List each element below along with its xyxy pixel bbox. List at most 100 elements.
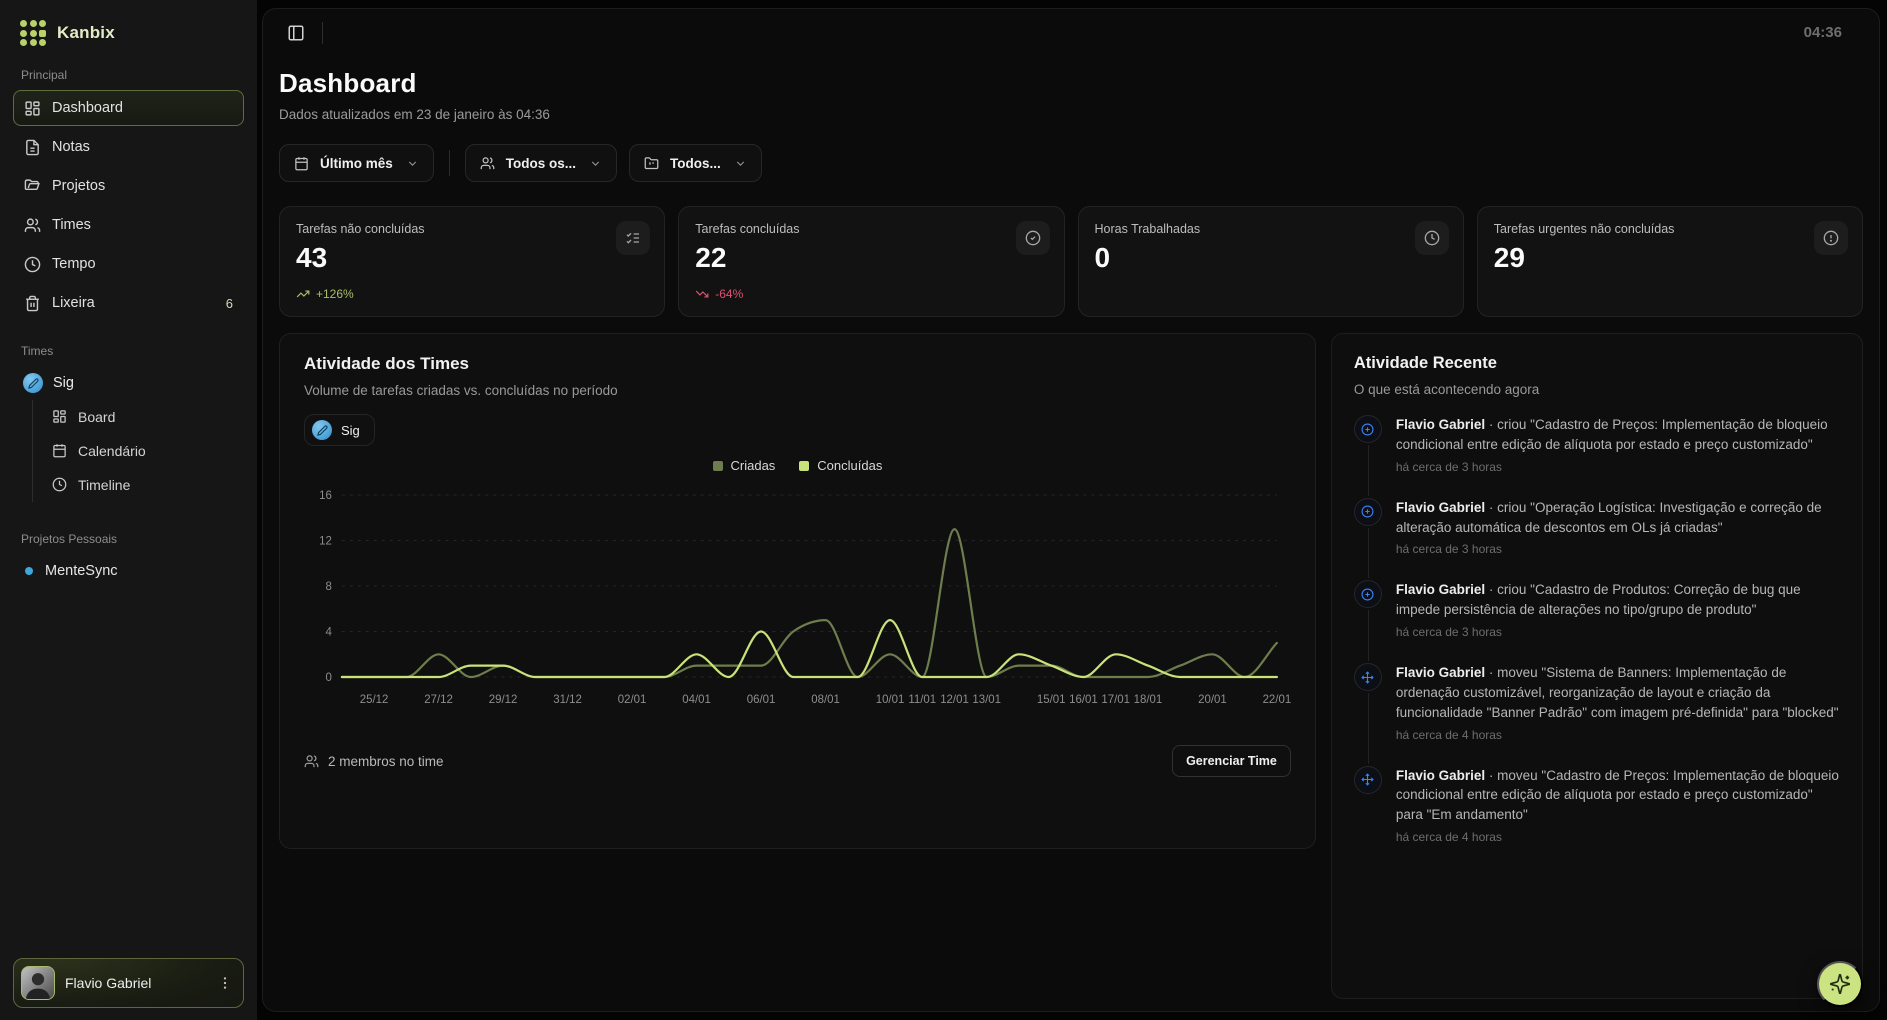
trash-icon	[24, 295, 41, 312]
svg-text:31/12: 31/12	[553, 694, 582, 706]
sidebar-item-tempo[interactable]: Tempo	[13, 246, 244, 282]
project-filter-dropdown[interactable]: Todos...	[629, 144, 762, 182]
activity-timestamp: há cerca de 3 horas	[1396, 542, 1840, 556]
dashboard-columns: Atividade dos Times Volume de tarefas cr…	[279, 333, 1863, 999]
page-subtitle: Dados atualizados em 23 de janeiro às 04…	[279, 107, 1863, 122]
page-title: Dashboard	[279, 68, 1863, 99]
section-label-projetos-pessoais: Projetos Pessoais	[21, 532, 236, 546]
stat-cards-row: Tarefas não concluídas 43 +126% Tarefas …	[279, 206, 1863, 317]
team-activity-line-chart: 048121625/1227/1229/1231/1202/0104/0106/…	[304, 477, 1291, 721]
sidebar-team-sig[interactable]: Sig	[13, 366, 244, 400]
sidebar-item-times[interactable]: Times	[13, 207, 244, 243]
chart-footer: 2 membros no time Gerenciar Time	[304, 745, 1291, 777]
sidebar-item-dashboard[interactable]: Dashboard	[13, 90, 244, 126]
clock-display: 04:36	[1804, 24, 1842, 41]
sidebar-item-calendario[interactable]: Calendário	[41, 434, 244, 467]
team-subnav: Board Calendário Timeline	[32, 400, 244, 502]
team-chip-label: Sig	[341, 423, 360, 438]
sidebar-item-lixeira[interactable]: Lixeira 6	[13, 285, 244, 321]
sidebar-toggle-icon[interactable]	[287, 24, 305, 42]
team-filter-dropdown[interactable]: Todos os...	[465, 144, 617, 182]
activity-timestamp: há cerca de 4 horas	[1396, 728, 1840, 742]
board-grid-icon	[52, 409, 67, 424]
sidebar-item-board[interactable]: Board	[41, 400, 244, 433]
brand: Kanbix	[13, 18, 244, 48]
sidebar-item-label: Dashboard	[52, 100, 123, 116]
activity-title: Atividade Recente	[1354, 354, 1840, 373]
team-avatar	[23, 373, 43, 393]
svg-text:16/01: 16/01	[1069, 694, 1098, 706]
activity-item[interactable]: Flavio Gabrielmoveu "Cadastro de Preços:…	[1354, 766, 1840, 845]
filter-divider	[449, 150, 450, 176]
chevron-down-icon	[734, 157, 747, 170]
sidebar-item-notas[interactable]: Notas	[13, 129, 244, 165]
activity-list: Flavio Gabrielcriou "Cadastro de Preços:…	[1354, 415, 1840, 844]
svg-text:20/01: 20/01	[1198, 694, 1227, 706]
svg-text:4: 4	[326, 626, 333, 638]
svg-text:29/12: 29/12	[489, 694, 518, 706]
sidebar-item-label: Timeline	[78, 477, 130, 493]
plus-circle-icon	[1354, 415, 1382, 443]
user-menu-kebab-icon[interactable]	[217, 975, 233, 991]
timeline-clock-icon	[52, 477, 67, 492]
stat-card-tarefas-concluidas: Tarefas concluídas 22 -64%	[678, 206, 1064, 317]
stat-label: Tarefas concluídas	[695, 222, 1047, 236]
period-filter-dropdown[interactable]: Último mês	[279, 144, 434, 182]
sidebar-item-timeline[interactable]: Timeline	[41, 468, 244, 501]
team-chip-sig[interactable]: Sig	[304, 414, 375, 446]
activity-user: Flavio Gabriel	[1396, 582, 1485, 597]
stat-card-horas-trabalhadas: Horas Trabalhadas 0	[1078, 206, 1464, 317]
clock-icon	[1415, 221, 1449, 255]
team-filter-value: Todos os...	[506, 156, 576, 171]
activity-item[interactable]: Flavio Gabrielcriou "Operação Logística:…	[1354, 498, 1840, 581]
team-members-count: 2 membros no time	[304, 754, 444, 769]
activity-user: Flavio Gabriel	[1396, 665, 1485, 680]
chevron-down-icon	[589, 157, 602, 170]
activity-item[interactable]: Flavio Gabrielcriou "Cadastro de Preços:…	[1354, 415, 1840, 498]
brand-name: Kanbix	[57, 23, 115, 43]
recent-activity-card: Atividade Recente O que está acontecendo…	[1331, 333, 1863, 999]
sidebar-item-label: Board	[78, 409, 115, 425]
team-activity-card: Atividade dos Times Volume de tarefas cr…	[279, 333, 1316, 849]
section-label-principal: Principal	[21, 68, 236, 82]
sidebar-item-label: Tempo	[52, 256, 96, 272]
legend-concluidas: Concluídas	[799, 458, 882, 473]
svg-text:18/01: 18/01	[1134, 694, 1163, 706]
stat-card-tarefas-urgentes: Tarefas urgentes não concluídas 29	[1477, 206, 1863, 317]
users-icon	[24, 217, 41, 234]
calendar-icon	[294, 156, 309, 171]
topbar-divider	[322, 22, 323, 44]
sidebar-item-mentesync[interactable]: MenteSync	[13, 554, 244, 588]
sidebar-item-label: Calendário	[78, 443, 146, 459]
checklist-icon	[616, 221, 650, 255]
legend-swatch-criadas	[713, 461, 723, 471]
svg-text:15/01: 15/01	[1037, 694, 1066, 706]
chart-subtitle: Volume de tarefas criadas vs. concluídas…	[304, 383, 1291, 398]
alert-circle-icon	[1814, 221, 1848, 255]
manage-team-button[interactable]: Gerenciar Time	[1172, 745, 1291, 777]
users-icon	[304, 754, 319, 769]
sidebar-item-label: Times	[52, 217, 91, 233]
stat-value: 43	[296, 242, 648, 274]
activity-item[interactable]: Flavio Gabrielmoveu "Sistema de Banners:…	[1354, 663, 1840, 766]
activity-user: Flavio Gabriel	[1396, 417, 1485, 432]
clock-icon	[24, 256, 41, 273]
svg-text:16: 16	[319, 490, 332, 502]
plus-circle-icon	[1354, 498, 1382, 526]
note-icon	[24, 139, 41, 156]
kanbix-logo-icon	[20, 20, 46, 46]
sidebar: Kanbix Principal Dashboard Notas Projeto…	[0, 0, 257, 1020]
ai-assistant-fab[interactable]	[1817, 961, 1863, 1007]
trending-down-icon	[695, 287, 709, 301]
legend-swatch-concluidas	[799, 461, 809, 471]
user-profile-card[interactable]: Flavio Gabriel	[13, 958, 244, 1008]
activity-item[interactable]: Flavio Gabrielcriou "Cadastro de Produto…	[1354, 580, 1840, 663]
chart-legend: Criadas Concluídas	[304, 458, 1291, 473]
svg-text:02/01: 02/01	[618, 694, 647, 706]
stat-card-tarefas-nao-concluidas: Tarefas não concluídas 43 +126%	[279, 206, 665, 317]
sidebar-item-projetos[interactable]: Projetos	[13, 168, 244, 204]
team-name: Sig	[53, 375, 74, 391]
trending-up-icon	[296, 287, 310, 301]
calendar-icon	[52, 443, 67, 458]
sidebar-item-label: Notas	[52, 139, 90, 155]
